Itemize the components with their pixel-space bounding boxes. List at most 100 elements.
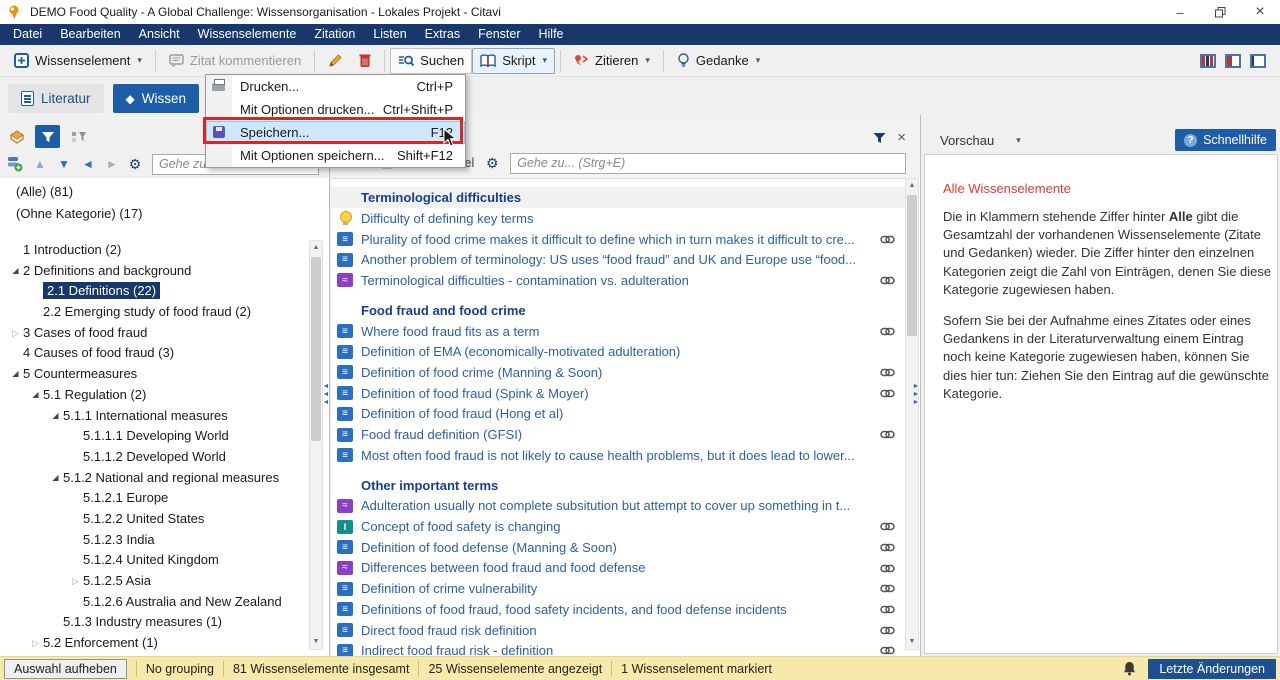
category-tree-item[interactable]: ▷5.2 Enforcement (1) [0, 633, 305, 654]
close-icon[interactable]: × [897, 130, 906, 145]
categories-button[interactable] [4, 125, 29, 148]
tree-expander-icon[interactable]: ◢ [8, 261, 23, 281]
schnellhilfe-button[interactable]: ? Schnellhilfe [1175, 129, 1276, 151]
link-icon[interactable] [880, 430, 895, 439]
knowledge-item[interactable]: Direct food fraud risk definition [331, 620, 905, 641]
vorschau-selector[interactable]: Vorschau [940, 133, 994, 148]
gear-icon[interactable]: ⚙ [483, 155, 501, 172]
tree-expander-icon[interactable]: ◢ [8, 364, 23, 384]
skript-button[interactable]: Skript▾ [472, 48, 555, 74]
knowledge-item[interactable]: Differences between food fraud and food … [331, 558, 905, 579]
category-tree-item[interactable]: ◢5.1.1 International measures [0, 406, 305, 427]
scroll-thumb[interactable] [907, 195, 917, 336]
filter-options-button[interactable] [66, 125, 91, 148]
tree-expander-icon[interactable]: ▷ [68, 571, 83, 591]
knowledge-item[interactable]: Most often food fraud is not likely to c… [331, 445, 905, 466]
scroll-down-icon[interactable]: ▼ [310, 635, 322, 649]
scroll-up-icon[interactable]: ▲ [310, 241, 322, 255]
move-left-button[interactable]: ◄ [78, 157, 98, 171]
knowledge-item[interactable]: Definitions of food fraud, food safety i… [331, 599, 905, 620]
quick-filter-item[interactable]: (Alle) (81) [0, 181, 309, 203]
knowledge-item[interactable]: Definition of food fraud (Spink & Moyer) [331, 383, 905, 404]
menubar-item[interactable]: Hilfe [530, 24, 573, 45]
grouping-status[interactable]: No grouping [146, 662, 214, 676]
link-icon[interactable] [880, 605, 895, 614]
tab-wissen[interactable]: ◆ Wissen [113, 84, 200, 113]
category-tree-item[interactable]: ▷3 Cases of food fraud [0, 323, 305, 344]
one-pane-layout-icon[interactable] [1250, 54, 1266, 68]
scroll-down-icon[interactable]: ▼ [906, 635, 918, 649]
knowledge-item[interactable]: Definition of food fraud (Hong et al) [331, 404, 905, 425]
menu-item[interactable]: Speichern... F12 [206, 121, 465, 144]
link-icon[interactable] [880, 389, 895, 398]
filter-icon[interactable] [873, 132, 886, 144]
category-tree-item[interactable]: ◢5 Countermeasures [0, 364, 305, 385]
category-tree-item[interactable]: 5.1.2.1 Europe [0, 488, 305, 509]
menubar-item[interactable]: Datei [4, 24, 51, 45]
scroll-thumb[interactable] [311, 257, 321, 441]
knowledge-goto-input[interactable]: Gehe zu... (Strg+E) [510, 153, 906, 174]
notification-bell-icon[interactable] [1123, 661, 1136, 676]
scroll-up-icon[interactable]: ▲ [906, 179, 918, 193]
knowledge-item[interactable]: Definition of food crime (Manning & Soon… [331, 362, 905, 383]
category-tree-item[interactable]: ◢5.1 Regulation (2) [0, 385, 305, 406]
move-up-button[interactable]: ▲ [30, 157, 50, 171]
knowledge-item[interactable]: Adulteration usually not complete subsit… [331, 496, 905, 517]
category-tree-item[interactable]: 5.1.2.2 United States [0, 509, 305, 530]
category-tree-scrollbar[interactable]: ▲ ▼ [309, 240, 323, 650]
clear-selection-button[interactable]: Auswahl aufheben [4, 659, 127, 679]
knowledge-item[interactable]: Definition of food defense (Manning & So… [331, 537, 905, 558]
menubar-item[interactable]: Bearbeiten [51, 24, 129, 45]
link-icon[interactable] [880, 646, 895, 655]
link-icon[interactable] [880, 584, 895, 593]
tree-expander-icon[interactable]: ▷ [8, 323, 23, 343]
category-tree-item[interactable]: 1 Introduction (2) [0, 240, 305, 261]
gear-icon[interactable]: ⚙ [126, 156, 144, 173]
category-tree-item[interactable]: ◢2 Definitions and background [0, 261, 305, 282]
tree-expander-icon[interactable]: ◢ [48, 406, 63, 426]
knowledge-list-scrollbar[interactable]: ▲ ▼ [905, 178, 919, 650]
category-tree-item[interactable]: ▷5.1.2.5 Asia [0, 571, 305, 592]
collapse-left-panel-handle[interactable]: ◄◄◄ [321, 383, 331, 406]
move-right-button[interactable]: ► [102, 157, 122, 171]
knowledge-item[interactable]: Another problem of terminology: US uses … [331, 249, 905, 270]
knowledge-item[interactable]: Concept of food safety is changing [331, 516, 905, 537]
link-icon[interactable] [880, 235, 895, 244]
quick-filter-item[interactable]: (Ohne Kategorie) (17) [0, 203, 309, 225]
menubar-item[interactable]: Zitation [305, 24, 364, 45]
zitieren-button[interactable]: Zitieren▾ [566, 48, 658, 74]
link-icon[interactable] [880, 522, 895, 531]
category-tree-item[interactable]: 5.1.2.4 United Kingdom [0, 550, 305, 571]
menubar-item[interactable]: Ansicht [130, 24, 189, 45]
delete-button[interactable] [351, 48, 379, 74]
two-pane-layout-icon[interactable] [1225, 54, 1241, 68]
knowledge-item[interactable]: Terminological difficulties - contaminat… [331, 270, 905, 291]
filter-view-button[interactable] [35, 125, 60, 148]
zitat-kommentieren-button[interactable]: Zitat kommentieren [161, 48, 309, 74]
move-down-button[interactable]: ▼ [54, 157, 74, 171]
wissenselement-button[interactable]: Wissenselement▾ [6, 48, 150, 74]
collapse-right-panel-handle[interactable]: ►►► [911, 383, 921, 406]
chevron-down-icon[interactable]: ▾ [1016, 135, 1021, 146]
tree-expander-icon[interactable]: ▷ [28, 633, 43, 653]
menu-item[interactable]: Mit Optionen speichern... Shift+F12 [206, 144, 465, 167]
tree-expander-icon[interactable]: ◢ [48, 468, 63, 488]
knowledge-item[interactable]: Plurality of food crime makes it difficu… [331, 229, 905, 250]
menubar-item[interactable]: Extras [416, 24, 469, 45]
category-tree-item[interactable]: 5.1.2.3 India [0, 530, 305, 551]
knowledge-item[interactable]: Difficulty of defining key terms [331, 208, 905, 229]
tab-literatur[interactable]: Literatur [8, 84, 104, 113]
category-tree-item[interactable]: 5.1.2.6 Australia and New Zealand [0, 592, 305, 613]
category-tree-item[interactable]: 5.1.1.1 Developing World [0, 426, 305, 447]
restore-button[interactable] [1200, 0, 1240, 24]
tree-expander-icon[interactable]: ◢ [28, 385, 43, 405]
link-icon[interactable] [880, 626, 895, 635]
category-tree-item[interactable]: 4 Causes of food fraud (3) [0, 343, 305, 364]
category-tree-item[interactable]: 2.2 Emerging study of food fraud (2) [0, 302, 305, 323]
gedanke-button[interactable]: Gedanke▾ [669, 48, 768, 74]
knowledge-item[interactable]: Definition of crime vulnerability [331, 578, 905, 599]
category-tree-item[interactable]: 5.1.1.2 Developed World [0, 447, 305, 468]
category-tree-item[interactable]: 5.1.3 Industry measures (1) [0, 612, 305, 633]
link-icon[interactable] [880, 543, 895, 552]
suchen-button[interactable]: Suchen [390, 48, 472, 74]
